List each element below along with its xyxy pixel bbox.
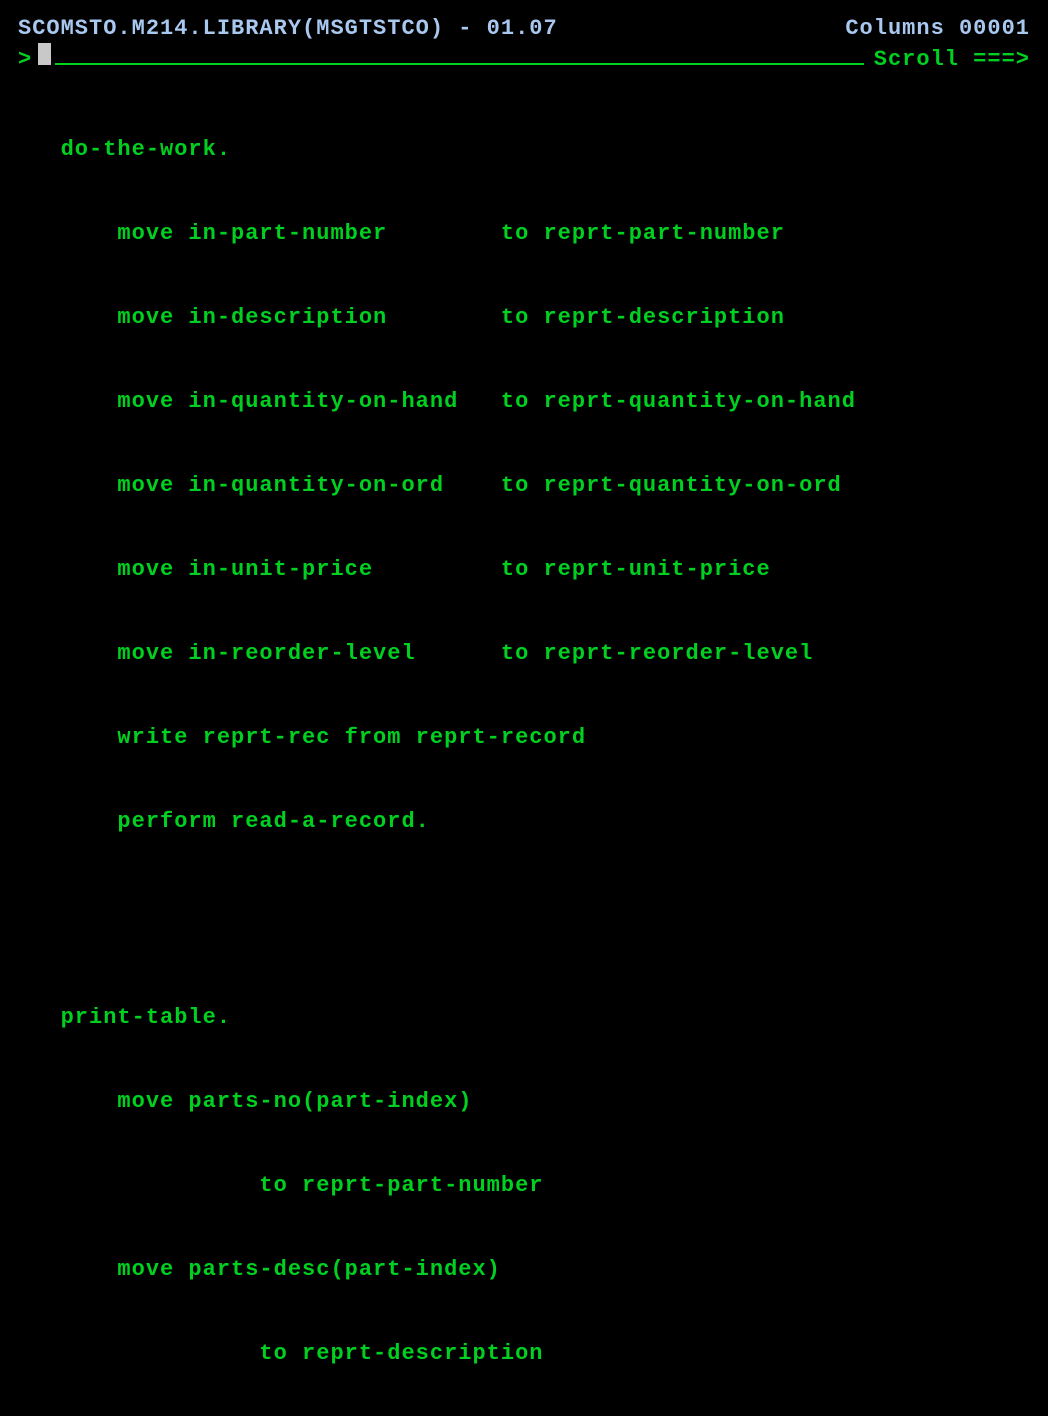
command-prompt: > (18, 47, 32, 72)
scroll-label: Scroll ===> (874, 47, 1030, 72)
code-line[interactable]: move in-part-number to reprt-part-number (18, 220, 1030, 248)
cursor (38, 43, 51, 65)
code-line[interactable]: to reprt-description (18, 1340, 1030, 1368)
code-line[interactable]: move parts-desc(part-index) (18, 1256, 1030, 1284)
code-line[interactable]: move in-quantity-on-hand to reprt-quanti… (18, 388, 1030, 416)
code-line[interactable]: to reprt-part-number (18, 1172, 1030, 1200)
code-line[interactable]: do-the-work. (18, 136, 1030, 164)
code-line[interactable]: move in-reorder-level to reprt-reorder-l… (18, 640, 1030, 668)
code-line[interactable]: move in-unit-price to reprt-unit-price (18, 556, 1030, 584)
command-line[interactable]: > Scroll ===> (18, 43, 1030, 72)
code-line[interactable]: print-table. (18, 1004, 1030, 1032)
editor-header: SCOMSTO.M214.LIBRARY(MSGTSTCO) - 01.07 C… (18, 16, 1030, 41)
code-line[interactable]: write reprt-rec from reprt-record (18, 724, 1030, 752)
command-input-area[interactable] (55, 43, 864, 65)
columns-indicator: Columns 00001 (845, 16, 1030, 41)
code-line[interactable]: move in-quantity-on-ord to reprt-quantit… (18, 472, 1030, 500)
code-line[interactable]: move parts-no(part-index) (18, 1088, 1030, 1116)
code-area[interactable]: do-the-work. move in-part-number to repr… (18, 80, 1030, 1416)
code-line[interactable]: move in-description to reprt-description (18, 304, 1030, 332)
code-line[interactable]: perform read-a-record. (18, 808, 1030, 836)
dataset-title: SCOMSTO.M214.LIBRARY(MSGTSTCO) - 01.07 (18, 16, 558, 41)
